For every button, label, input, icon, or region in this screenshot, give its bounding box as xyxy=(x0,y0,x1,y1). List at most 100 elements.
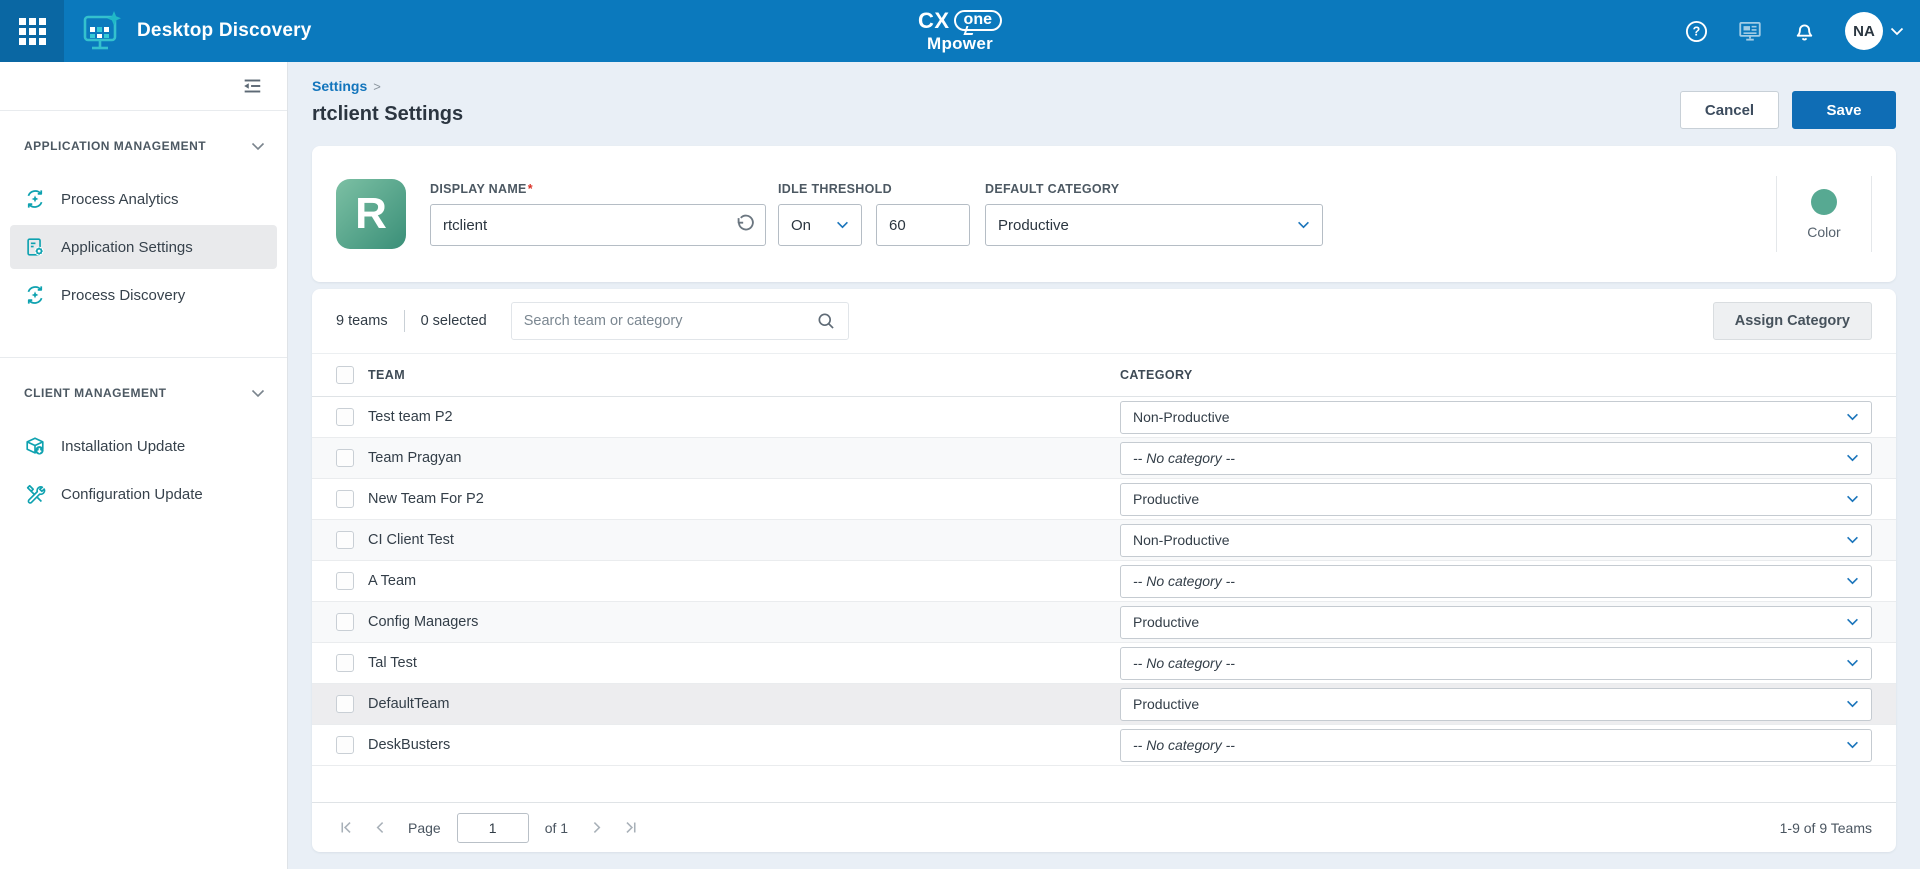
table-row: Config Managers Productive xyxy=(312,602,1896,643)
sidebar-item-application-settings[interactable]: Application Settings xyxy=(10,225,277,269)
cancel-button[interactable]: Cancel xyxy=(1680,91,1779,129)
category-select[interactable]: -- No category -- xyxy=(1120,565,1872,598)
category-value: -- No category -- xyxy=(1133,573,1235,589)
save-button[interactable]: Save xyxy=(1792,91,1896,129)
team-name: Team Pragyan xyxy=(368,450,462,466)
default-category-value: Productive xyxy=(998,217,1069,234)
chevron-down-icon xyxy=(251,142,265,151)
first-page-button[interactable] xyxy=(336,818,356,838)
collapse-sidebar-icon[interactable] xyxy=(241,75,263,97)
row-checkbox[interactable] xyxy=(336,736,354,754)
row-checkbox[interactable] xyxy=(336,654,354,672)
category-value: Productive xyxy=(1133,696,1199,712)
team-name: A Team xyxy=(368,573,416,589)
category-select[interactable]: Productive xyxy=(1120,483,1872,516)
sidebar-item-label: Process Analytics xyxy=(61,191,179,208)
team-name: Tal Test xyxy=(368,655,417,671)
row-checkbox[interactable] xyxy=(336,613,354,631)
chevron-down-icon xyxy=(1297,221,1310,229)
color-picker-block: Color xyxy=(1776,176,1872,252)
table-row: Team Pragyan -- No category -- xyxy=(312,438,1896,479)
help-icon[interactable]: ? xyxy=(1683,18,1709,44)
row-checkbox[interactable] xyxy=(336,531,354,549)
category-value: Non-Productive xyxy=(1133,409,1230,425)
svg-text:?: ? xyxy=(1692,24,1700,38)
row-checkbox[interactable] xyxy=(336,408,354,426)
sidebar-item-installation-update[interactable]: Installation Update xyxy=(10,424,277,468)
search-icon[interactable] xyxy=(816,311,836,331)
notifications-bell-icon[interactable] xyxy=(1791,18,1817,44)
sidebar-item-process-discovery[interactable]: Process Discovery xyxy=(10,273,277,317)
category-select[interactable]: Productive xyxy=(1120,606,1872,639)
table-row: CI Client Test Non-Productive xyxy=(312,520,1896,561)
select-all-checkbox[interactable] xyxy=(336,366,354,384)
teams-card: 9 teams 0 selected Assign Category TEAM xyxy=(312,289,1896,852)
team-search-input[interactable] xyxy=(524,313,816,329)
color-label: Color xyxy=(1807,224,1840,240)
idle-threshold-toggle-select[interactable]: On xyxy=(778,204,862,246)
table-header-row: TEAM CATEGORY xyxy=(312,353,1896,397)
category-select[interactable]: -- No category -- xyxy=(1120,647,1872,680)
row-checkbox[interactable] xyxy=(336,490,354,508)
category-select[interactable]: Non-Productive xyxy=(1120,401,1872,434)
sidebar-item-label: Configuration Update xyxy=(61,486,203,503)
application-settings-icon xyxy=(24,236,46,258)
page-label: Page xyxy=(408,820,441,836)
team-name: Config Managers xyxy=(368,614,478,630)
row-checkbox[interactable] xyxy=(336,449,354,467)
sidebar-item-configuration-update[interactable]: Configuration Update xyxy=(10,472,277,516)
idle-threshold-seconds-input[interactable] xyxy=(876,204,970,246)
table-row: DeskBusters -- No category -- xyxy=(312,725,1896,766)
section-header-application-management[interactable]: APPLICATION MANAGEMENT xyxy=(0,133,287,159)
page-title: rtclient Settings xyxy=(312,103,463,126)
next-page-button[interactable] xyxy=(586,818,606,838)
reset-name-icon[interactable] xyxy=(734,214,756,236)
chevron-down-icon xyxy=(1846,741,1859,749)
idle-threshold-group: IDLE THRESHOLD On xyxy=(778,182,970,246)
cxone-mpower-logo: CX one Mpower xyxy=(918,9,1002,53)
presentation-icon[interactable] xyxy=(1737,18,1763,44)
default-category-group: DEFAULT CATEGORY Productive xyxy=(985,182,1323,246)
row-checkbox[interactable] xyxy=(336,572,354,590)
category-select[interactable]: Non-Productive xyxy=(1120,524,1872,557)
installation-update-icon xyxy=(24,435,46,457)
category-select[interactable]: -- No category -- xyxy=(1120,442,1872,475)
divider xyxy=(404,310,405,332)
color-swatch[interactable] xyxy=(1811,189,1837,215)
main-content: Settings> rtclient Settings Cancel Save … xyxy=(288,62,1920,869)
team-name: DefaultTeam xyxy=(368,696,449,712)
section-label: CLIENT MANAGEMENT xyxy=(24,386,167,400)
pagination-bar: Page of 1 1-9 of 9 Teams xyxy=(312,802,1896,852)
chevron-down-icon xyxy=(836,221,849,229)
sidebar-item-process-analytics[interactable]: Process Analytics xyxy=(10,177,277,221)
app-brand: Desktop Discovery xyxy=(78,9,311,53)
category-select[interactable]: Productive xyxy=(1120,688,1872,721)
page-number-input[interactable] xyxy=(457,813,529,843)
sidebar: APPLICATION MANAGEMENT Process Analytics xyxy=(0,62,288,869)
section-header-client-management[interactable]: CLIENT MANAGEMENT xyxy=(0,380,287,406)
last-page-button[interactable] xyxy=(620,818,640,838)
user-menu[interactable]: NA xyxy=(1845,12,1904,50)
sidebar-item-label: Application Settings xyxy=(61,239,193,256)
default-category-select[interactable]: Productive xyxy=(985,204,1323,246)
app-launcher-button[interactable] xyxy=(0,0,64,62)
chevron-down-icon xyxy=(1846,577,1859,585)
selected-count: 0 selected xyxy=(421,313,487,329)
category-select[interactable]: -- No category -- xyxy=(1120,729,1872,762)
chevron-down-icon xyxy=(1846,454,1859,462)
user-avatar: NA xyxy=(1845,12,1883,50)
assign-category-button[interactable]: Assign Category xyxy=(1713,302,1872,340)
category-value: -- No category -- xyxy=(1133,737,1235,753)
row-checkbox[interactable] xyxy=(336,695,354,713)
idle-threshold-label: IDLE THRESHOLD xyxy=(778,182,970,196)
display-name-input[interactable] xyxy=(430,204,766,246)
configuration-update-icon xyxy=(24,483,46,505)
top-header: Desktop Discovery CX one Mpower ? xyxy=(0,0,1920,62)
category-value: Non-Productive xyxy=(1133,532,1230,548)
process-discovery-icon xyxy=(24,284,46,306)
previous-page-button[interactable] xyxy=(370,818,390,838)
table-row: New Team For P2 Productive xyxy=(312,479,1896,520)
chevron-down-icon xyxy=(1846,659,1859,667)
breadcrumb-settings-link[interactable]: Settings xyxy=(312,78,367,94)
breadcrumb-separator: > xyxy=(373,79,381,94)
